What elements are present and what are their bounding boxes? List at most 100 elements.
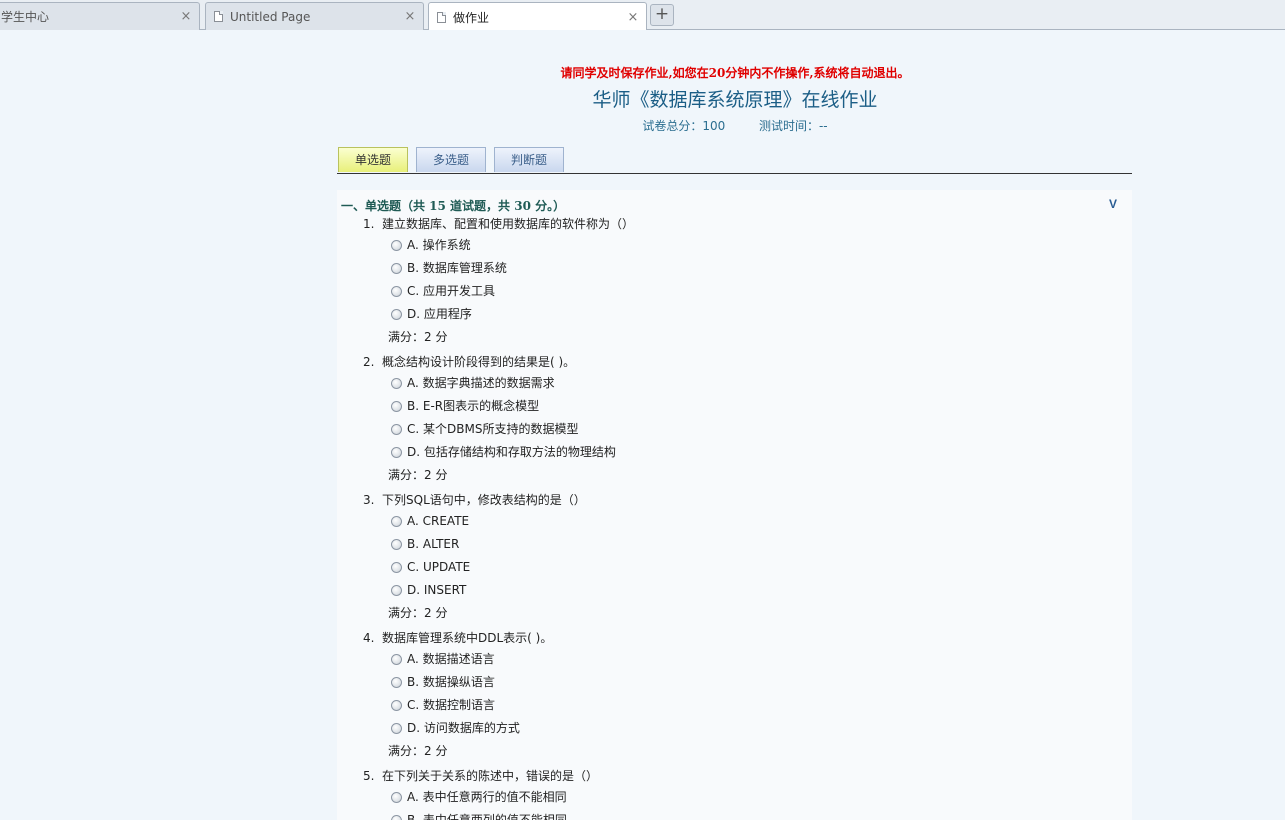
tab-single-choice[interactable]: 单选题: [338, 147, 408, 172]
radio-button[interactable]: [391, 378, 402, 389]
question-score: 满分：2 分: [388, 744, 448, 758]
question-stem: 1. 建立数据库、配置和使用数据库的软件称为（）: [363, 215, 1103, 234]
answer-option[interactable]: A. 数据描述语言: [391, 648, 1103, 671]
radio-button[interactable]: [391, 815, 402, 820]
tab-title: Untitled Page: [230, 9, 311, 24]
radio-button[interactable]: [391, 723, 402, 734]
question-score: 满分：2 分: [388, 468, 448, 482]
question-stem: 4. 数据库管理系统中DDL表示( )。: [363, 629, 1103, 648]
answer-option[interactable]: A. 表中任意两行的值不能相同: [391, 786, 1103, 809]
radio-button[interactable]: [391, 654, 402, 665]
option-label: B. E-R图表示的概念模型: [407, 399, 540, 413]
option-label: C. 某个DBMS所支持的数据模型: [407, 422, 579, 436]
test-time-value: --: [818, 119, 828, 133]
question-text: 概念结构设计阶段得到的结果是( )。: [382, 355, 576, 369]
answer-option[interactable]: D. 应用程序: [391, 303, 1103, 326]
browser-tab-strip: 学生中心 × Untitled Page × 做作业 × +: [0, 0, 1285, 31]
question-item: 5. 在下列关于关系的陈述中，错误的是（） A. 表中任意两行的值不能相同 B. 表中…: [363, 767, 1103, 820]
radio-button[interactable]: [391, 585, 402, 596]
option-label: B. ALTER: [407, 537, 460, 551]
question-score: 满分：2 分: [388, 330, 448, 344]
radio-button[interactable]: [391, 401, 402, 412]
option-label: A. 表中任意两行的值不能相同: [407, 790, 567, 804]
question-number: 5.: [363, 769, 375, 783]
option-label: D. 访问数据库的方式: [407, 721, 520, 735]
answer-option[interactable]: C. 数据控制语言: [391, 694, 1103, 717]
question-text: 数据库管理系统中DDL表示( )。: [382, 631, 553, 645]
option-label: D. INSERT: [407, 583, 467, 597]
total-score-label: 试卷总分：: [642, 119, 703, 133]
option-label: C. UPDATE: [407, 560, 471, 574]
browser-tab-student-center[interactable]: 学生中心 ×: [0, 2, 200, 30]
question-item: 2. 概念结构设计阶段得到的结果是( )。 A. 数据字典描述的数据需求 B. E-R…: [363, 353, 1103, 486]
option-label: D. 包括存储结构和存取方法的物理结构: [407, 445, 616, 459]
question-item: 1. 建立数据库、配置和使用数据库的软件称为（） A. 操作系统 B. 数据库管理系统…: [363, 215, 1103, 348]
tab-divider: [337, 173, 1132, 174]
close-icon[interactable]: ×: [403, 9, 417, 24]
question-number: 4.: [363, 631, 375, 645]
option-label: B. 数据操纵语言: [407, 675, 495, 689]
tab-multiple-choice[interactable]: 多选题: [416, 147, 486, 172]
radio-button[interactable]: [391, 677, 402, 688]
question-list: 一、单选题（共 15 道试题，共 30 分。） V 1. 建立数据库、配置和使用数…: [337, 190, 1132, 820]
answer-option[interactable]: B. 表中任意两列的值不能相同: [391, 809, 1103, 820]
page-icon: [437, 11, 446, 23]
page-title: 华师《数据库系统原理》在线作业: [592, 89, 878, 111]
question-score: 满分：2 分: [388, 606, 448, 620]
radio-button[interactable]: [391, 700, 402, 711]
section-header: 一、单选题（共 15 道试题，共 30 分。） V: [341, 197, 1121, 213]
option-label: C. 应用开发工具: [407, 284, 496, 298]
radio-button[interactable]: [391, 539, 402, 550]
question-number: 1.: [363, 217, 375, 231]
option-label: B. 数据库管理系统: [407, 261, 507, 275]
answer-option[interactable]: D. 包括存储结构和存取方法的物理结构: [391, 441, 1103, 464]
answer-option[interactable]: B. E-R图表示的概念模型: [391, 395, 1103, 418]
browser-tab-homework[interactable]: 做作业 ×: [428, 2, 647, 31]
exam-meta: 试卷总分：100 测试时间：--: [340, 117, 1130, 134]
browser-tab-untitled-page[interactable]: Untitled Page ×: [205, 2, 424, 30]
question-text: 建立数据库、配置和使用数据库的软件称为（）: [382, 217, 635, 231]
test-time-label: 测试时间：: [758, 119, 819, 133]
tab-title: 学生中心: [1, 10, 50, 24]
close-icon[interactable]: ×: [626, 10, 640, 25]
total-score-value: 100: [702, 119, 726, 133]
answer-option[interactable]: A. CREATE: [391, 510, 1103, 533]
answer-option[interactable]: C. 应用开发工具: [391, 280, 1103, 303]
new-tab-plus-icon[interactable]: +: [650, 4, 674, 26]
auto-logout-notice: 请同学及时保存作业,如您在20分钟内不作操作,系统将自动退出。: [560, 66, 910, 80]
question-item: 4. 数据库管理系统中DDL表示( )。 A. 数据描述语言 B. 数据操纵语言 C. …: [363, 629, 1103, 762]
section-title: 一、单选题（共 15 道试题，共 30 分。）: [341, 199, 566, 213]
answer-option[interactable]: B. 数据操纵语言: [391, 671, 1103, 694]
option-label: A. 数据描述语言: [407, 652, 495, 666]
radio-button[interactable]: [391, 516, 402, 527]
option-label: C. 数据控制语言: [407, 698, 496, 712]
option-label: D. 应用程序: [407, 307, 472, 321]
question-stem: 2. 概念结构设计阶段得到的结果是( )。: [363, 353, 1103, 372]
tab-true-false[interactable]: 判断题: [494, 147, 564, 172]
option-label: A. 操作系统: [407, 238, 471, 252]
page-icon: [214, 11, 223, 22]
radio-button[interactable]: [391, 447, 402, 458]
question-number: 3.: [363, 493, 375, 507]
answer-option[interactable]: B. 数据库管理系统: [391, 257, 1103, 280]
question-stem: 3. 下列SQL语句中，修改表结构的是（）: [363, 491, 1103, 510]
radio-button[interactable]: [391, 309, 402, 320]
question-number: 2.: [363, 355, 375, 369]
radio-button[interactable]: [391, 286, 402, 297]
answer-option[interactable]: B. ALTER: [391, 533, 1103, 556]
homework-page: 请同学及时保存作业,如您在20分钟内不作操作,系统将自动退出。 华师《数据库系统…: [0, 30, 1285, 820]
close-icon[interactable]: ×: [179, 9, 193, 24]
radio-button[interactable]: [391, 424, 402, 435]
radio-button[interactable]: [391, 562, 402, 573]
answer-option[interactable]: C. UPDATE: [391, 556, 1103, 579]
radio-button[interactable]: [391, 240, 402, 251]
radio-button[interactable]: [391, 792, 402, 803]
answer-option[interactable]: D. 访问数据库的方式: [391, 717, 1103, 740]
answer-option[interactable]: A. 操作系统: [391, 234, 1103, 257]
option-label: A. CREATE: [407, 514, 470, 528]
answer-option[interactable]: A. 数据字典描述的数据需求: [391, 372, 1103, 395]
answer-option[interactable]: C. 某个DBMS所支持的数据模型: [391, 418, 1103, 441]
radio-button[interactable]: [391, 263, 402, 274]
collapse-toggle[interactable]: V: [1109, 197, 1117, 211]
answer-option[interactable]: D. INSERT: [391, 579, 1103, 602]
